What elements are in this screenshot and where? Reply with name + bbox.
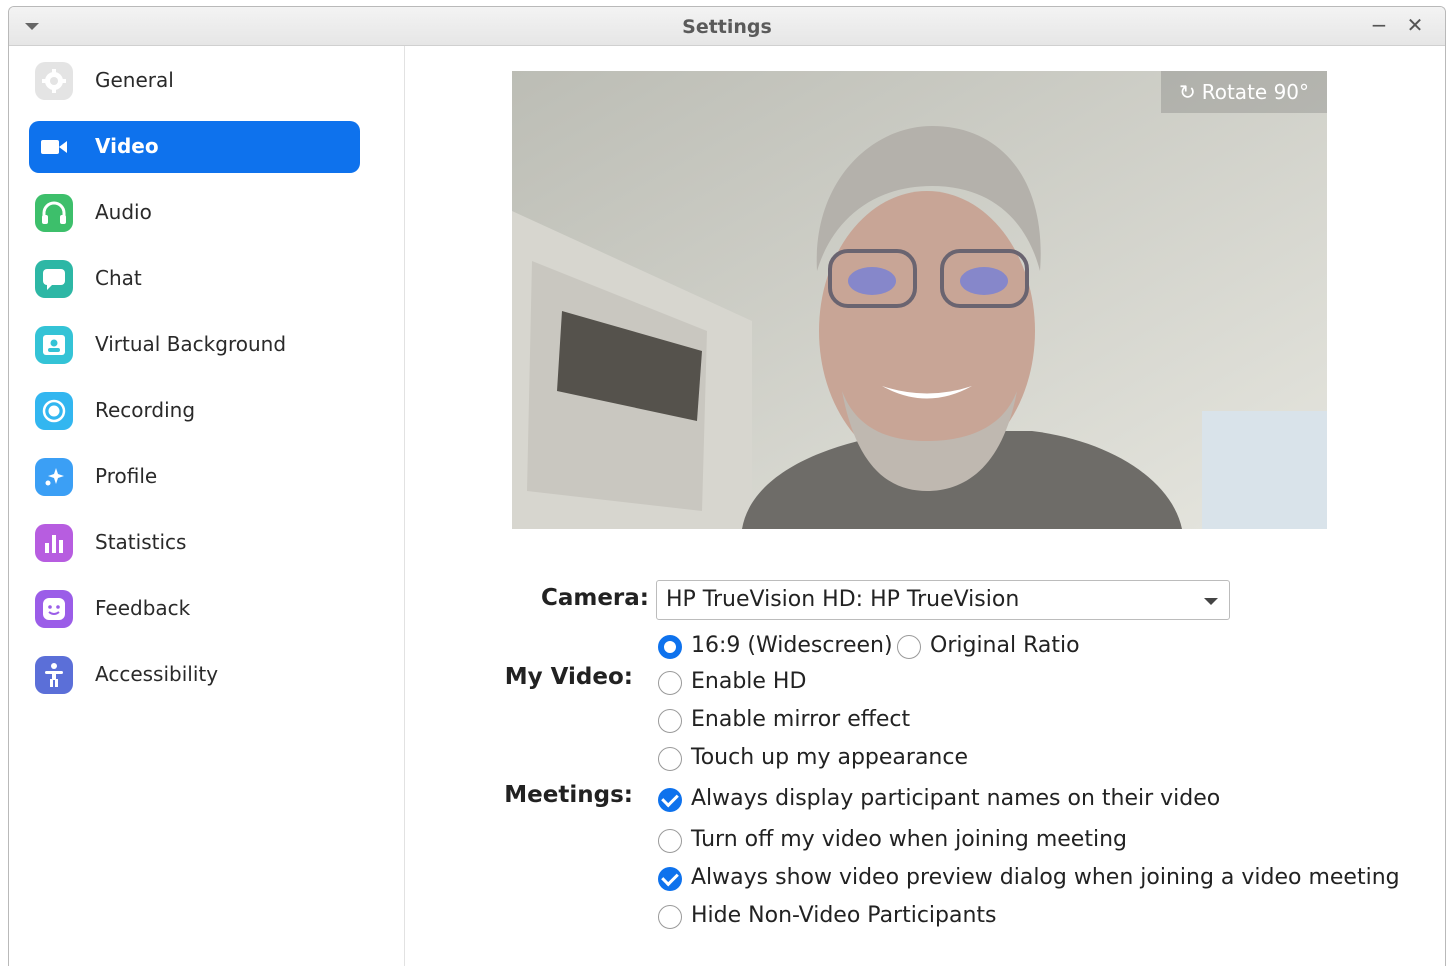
sidebar-item-accessibility[interactable]: Accessibility (29, 649, 360, 701)
sidebar-item-video[interactable]: Video (29, 121, 360, 173)
checkbox-label: Always show video preview dialog when jo… (691, 865, 1400, 890)
gear-icon (35, 62, 73, 100)
camera-select-value: HP TrueVision HD: HP TrueVision (666, 587, 1020, 612)
checkbox-control[interactable] (658, 709, 682, 733)
sidebar-item-label: Audio (95, 200, 152, 224)
rotate-label: Rotate 90° (1201, 80, 1310, 104)
sidebar-item-profile[interactable]: Profile (29, 451, 360, 503)
chevron-down-icon (1204, 598, 1218, 605)
sidebar-item-label: Statistics (95, 530, 187, 554)
video-settings-panel: ↻ Rotate 90° Camera: HP TrueVision HD: HP… (405, 46, 1445, 966)
person-card-icon (35, 326, 73, 364)
sidebar-item-audio[interactable]: Audio (29, 187, 360, 239)
radio-control[interactable] (658, 635, 682, 659)
my-video-label: My Video: (504, 664, 633, 690)
smiley-icon (35, 590, 73, 628)
sidebar-item-general[interactable]: General (29, 55, 360, 107)
headphones-icon (35, 194, 73, 232)
checkbox-label: Turn off my video when joining meeting (691, 827, 1127, 852)
minimize-button[interactable]: − (1367, 13, 1391, 37)
sidebar-item-label: General (95, 68, 174, 92)
radio-label: Original Ratio (930, 633, 1080, 658)
radio-control[interactable] (897, 635, 921, 659)
checkbox-control[interactable] (658, 671, 682, 695)
close-button[interactable]: ✕ (1403, 13, 1427, 37)
settings-window: Settings − ✕ General Video Audio Chat Vi… (8, 6, 1446, 966)
sidebar-item-label: Virtual Background (95, 332, 287, 356)
checkbox-label: Enable mirror effect (691, 707, 911, 732)
sidebar-item-statistics[interactable]: Statistics (29, 517, 360, 569)
sidebar-item-label: Chat (95, 266, 142, 290)
rotate-button[interactable]: ↻ Rotate 90° (1161, 71, 1327, 113)
radio-label: 16:9 (Widescreen) (691, 633, 893, 658)
sidebar-item-chat[interactable]: Chat (29, 253, 360, 305)
sidebar-item-label: Video (95, 134, 159, 158)
checkbox-label: Hide Non-Video Participants (691, 903, 997, 928)
rotate-icon: ↻ (1178, 80, 1196, 104)
checkbox-control[interactable] (658, 905, 682, 929)
sidebar-item-label: Recording (95, 398, 196, 422)
title-bar: Settings − ✕ (9, 7, 1445, 46)
camera-preview-image (512, 71, 1327, 529)
sidebar-item-label: Accessibility (95, 662, 219, 686)
checkbox-label: Always display participant names on thei… (691, 786, 1221, 811)
chat-bubble-icon (35, 260, 73, 298)
checkbox-control[interactable] (658, 867, 682, 891)
checkbox-control[interactable] (658, 747, 682, 771)
sidebar-item-label: Profile (95, 464, 158, 488)
camera-preview: ↻ Rotate 90° (512, 71, 1327, 529)
camera-label: Camera: (540, 585, 649, 611)
checkbox-label: Touch up my appearance (691, 745, 969, 770)
settings-sidebar: General Video Audio Chat Virtual Backgro… (9, 46, 405, 966)
sidebar-item-feedback[interactable]: Feedback (29, 583, 360, 635)
profile-sparkle-icon (35, 458, 73, 496)
camera-select[interactable]: HP TrueVision HD: HP TrueVision (656, 580, 1230, 620)
video-camera-icon (35, 128, 73, 166)
window-title: Settings (682, 16, 772, 38)
accessibility-person-icon (35, 656, 73, 694)
sidebar-item-recording[interactable]: Recording (29, 385, 360, 437)
checkbox-label: Enable HD (691, 669, 807, 694)
record-icon (35, 392, 73, 430)
checkbox-control[interactable] (658, 788, 682, 812)
meetings-label: Meetings: (504, 782, 633, 808)
sidebar-item-virtual-background[interactable]: Virtual Background (29, 319, 360, 371)
bar-chart-icon (35, 524, 73, 562)
sidebar-item-label: Feedback (95, 596, 191, 620)
checkbox-control[interactable] (658, 829, 682, 853)
